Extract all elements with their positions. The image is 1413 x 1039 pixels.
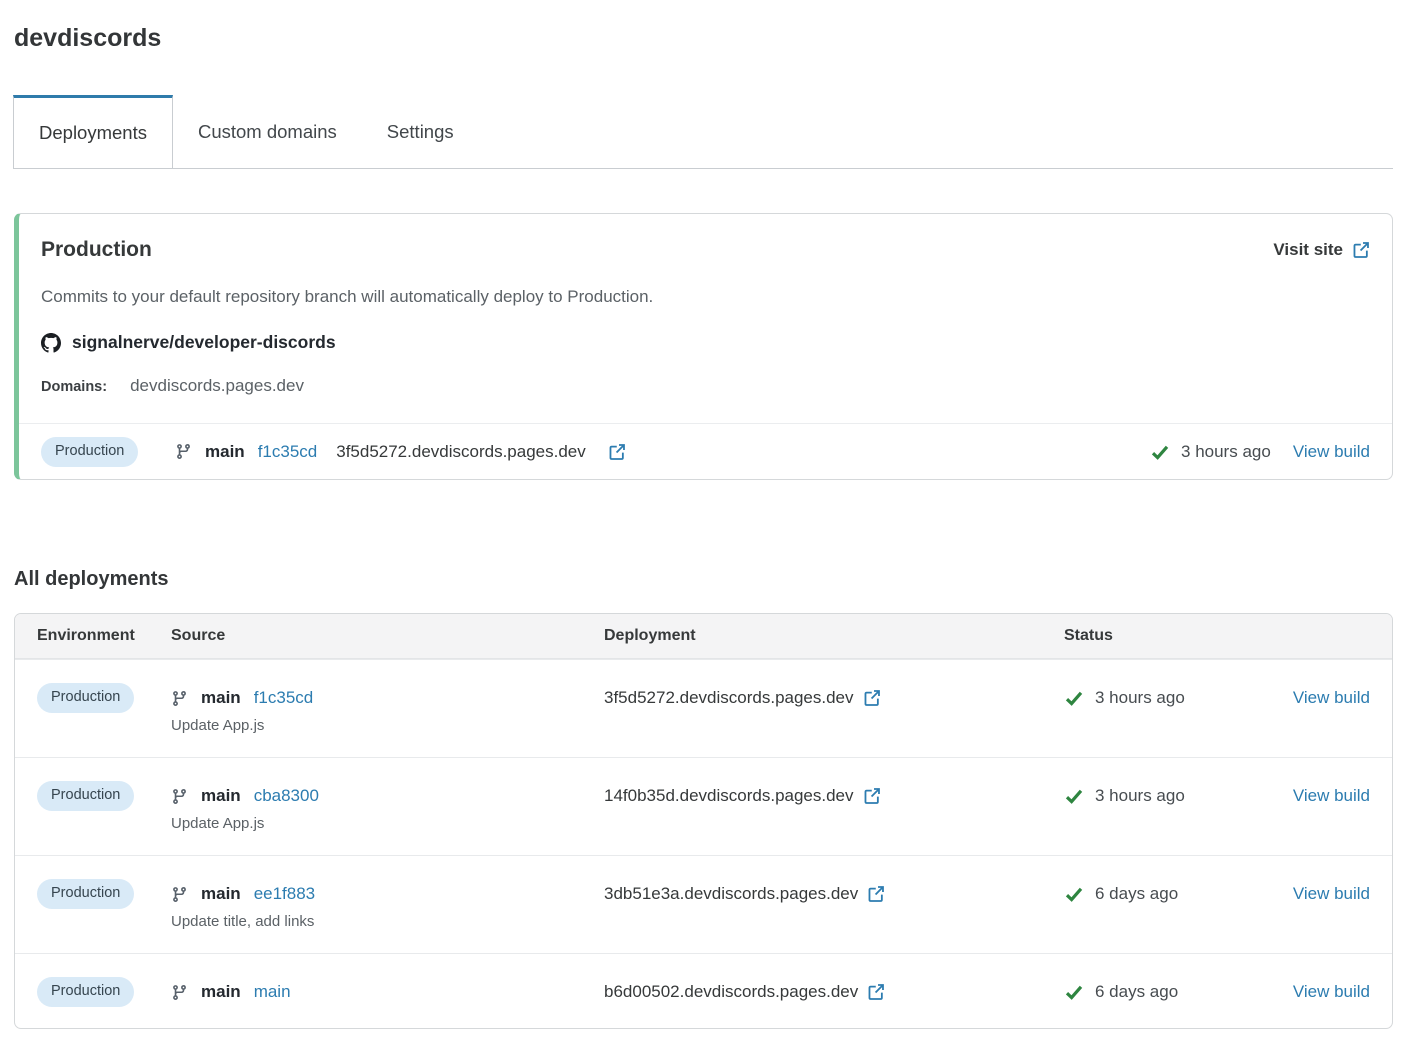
status-time: 3 hours ago bbox=[1095, 786, 1185, 806]
page-title: devdiscords bbox=[14, 24, 1393, 53]
table-row: Production main f1c35cd Update App.js 3f… bbox=[15, 659, 1392, 757]
deployment-url: 3db51e3a.devdiscords.pages.dev bbox=[604, 884, 858, 904]
check-icon bbox=[1064, 786, 1084, 806]
pages-project-page: devdiscords Deployments Custom domains S… bbox=[0, 0, 1413, 1039]
column-header-environment: Environment bbox=[37, 627, 171, 645]
status-time: 3 hours ago bbox=[1181, 442, 1271, 462]
commit-message: Update App.js bbox=[171, 814, 604, 834]
commit-link[interactable]: ee1f883 bbox=[254, 884, 315, 904]
table-row: Production main ee1f883 Update title, ad… bbox=[15, 855, 1392, 953]
git-branch-icon bbox=[171, 984, 188, 1001]
visit-site-link[interactable]: Visit site bbox=[1273, 240, 1370, 260]
status-time: 3 hours ago bbox=[1095, 688, 1185, 708]
view-build-link[interactable]: View build bbox=[1293, 982, 1370, 1002]
production-deployment-row: Production main f1c35cd 3f5d5272.devdisc… bbox=[19, 423, 1392, 479]
git-branch-icon bbox=[175, 443, 192, 460]
branch-name: main bbox=[205, 442, 245, 462]
all-deployments-title: All deployments bbox=[14, 568, 1393, 591]
deployment-status: 6 days ago bbox=[1064, 884, 1178, 904]
environment-badge: Production bbox=[41, 437, 138, 467]
branch-name: main bbox=[201, 884, 241, 904]
tab-deployments[interactable]: Deployments bbox=[13, 95, 173, 168]
check-icon bbox=[1064, 884, 1084, 904]
environment-badge: Production bbox=[37, 977, 134, 1007]
deployment-status: 3 hours ago bbox=[1150, 442, 1271, 462]
external-link-icon[interactable] bbox=[867, 885, 885, 903]
commit-link[interactable]: f1c35cd bbox=[258, 442, 318, 462]
external-link-icon bbox=[1352, 241, 1370, 259]
git-branch-icon bbox=[171, 690, 188, 707]
view-build-link[interactable]: View build bbox=[1293, 884, 1370, 904]
external-link-icon[interactable] bbox=[608, 443, 626, 461]
check-icon bbox=[1150, 442, 1170, 462]
environment-badge: Production bbox=[37, 683, 134, 713]
deployment-url: b6d00502.devdiscords.pages.dev bbox=[604, 982, 858, 1002]
external-link-icon[interactable] bbox=[863, 689, 881, 707]
deployments-table-header: Environment Source Deployment Status bbox=[15, 614, 1392, 659]
repo-name: signalnerve/developer-discords bbox=[72, 332, 336, 353]
commit-link[interactable]: cba8300 bbox=[254, 786, 319, 806]
visit-site-label: Visit site bbox=[1273, 240, 1343, 260]
column-header-status: Status bbox=[1064, 627, 1254, 645]
deployment-status: 6 days ago bbox=[1064, 982, 1178, 1002]
check-icon bbox=[1064, 982, 1084, 1002]
tab-settings-label: Settings bbox=[387, 121, 454, 143]
tab-bar: Deployments Custom domains Settings bbox=[13, 95, 1393, 169]
commit-link[interactable]: f1c35cd bbox=[254, 688, 314, 708]
table-row: Production main cba8300 Update App.js 14… bbox=[15, 757, 1392, 855]
view-build-link[interactable]: View build bbox=[1293, 442, 1370, 462]
tab-custom-domains-label: Custom domains bbox=[198, 121, 337, 143]
commit-link[interactable]: main bbox=[254, 982, 291, 1002]
commit-message: Update App.js bbox=[171, 716, 604, 736]
domains-label: Domains: bbox=[41, 379, 107, 395]
production-card: Production Visit site Commits to your de… bbox=[14, 213, 1393, 480]
deployment-status: 3 hours ago bbox=[1064, 688, 1185, 708]
domains-value: devdiscords.pages.dev bbox=[130, 376, 304, 396]
git-branch-icon bbox=[171, 886, 188, 903]
production-description: Commits to your default repository branc… bbox=[41, 287, 1370, 307]
tab-settings[interactable]: Settings bbox=[362, 95, 479, 168]
table-row: Production main main b6d00502.devdiscord… bbox=[15, 953, 1392, 1028]
deployments-table: Environment Source Deployment Status Pro… bbox=[14, 613, 1393, 1029]
git-branch-icon bbox=[171, 788, 188, 805]
deployment-status: 3 hours ago bbox=[1064, 786, 1185, 806]
external-link-icon[interactable] bbox=[867, 983, 885, 1001]
status-time: 6 days ago bbox=[1095, 982, 1178, 1002]
environment-badge: Production bbox=[37, 781, 134, 811]
github-icon bbox=[41, 333, 61, 353]
production-card-title: Production bbox=[41, 238, 152, 262]
deployment-url: 14f0b35d.devdiscords.pages.dev bbox=[604, 786, 854, 806]
check-icon bbox=[1064, 688, 1084, 708]
column-header-source: Source bbox=[171, 627, 604, 645]
branch-name: main bbox=[201, 982, 241, 1002]
commit-message: Update title, add links bbox=[171, 912, 604, 932]
column-header-deployment: Deployment bbox=[604, 627, 1064, 645]
environment-badge: Production bbox=[37, 879, 134, 909]
branch-name: main bbox=[201, 688, 241, 708]
deployment-url: 3f5d5272.devdiscords.pages.dev bbox=[336, 442, 586, 462]
status-time: 6 days ago bbox=[1095, 884, 1178, 904]
external-link-icon[interactable] bbox=[863, 787, 881, 805]
view-build-link[interactable]: View build bbox=[1293, 688, 1370, 708]
tab-custom-domains[interactable]: Custom domains bbox=[173, 95, 362, 168]
deployment-url: 3f5d5272.devdiscords.pages.dev bbox=[604, 688, 854, 708]
tab-deployments-label: Deployments bbox=[39, 122, 147, 144]
branch-name: main bbox=[201, 786, 241, 806]
view-build-link[interactable]: View build bbox=[1293, 786, 1370, 806]
production-card-body: Production Visit site Commits to your de… bbox=[19, 214, 1392, 423]
